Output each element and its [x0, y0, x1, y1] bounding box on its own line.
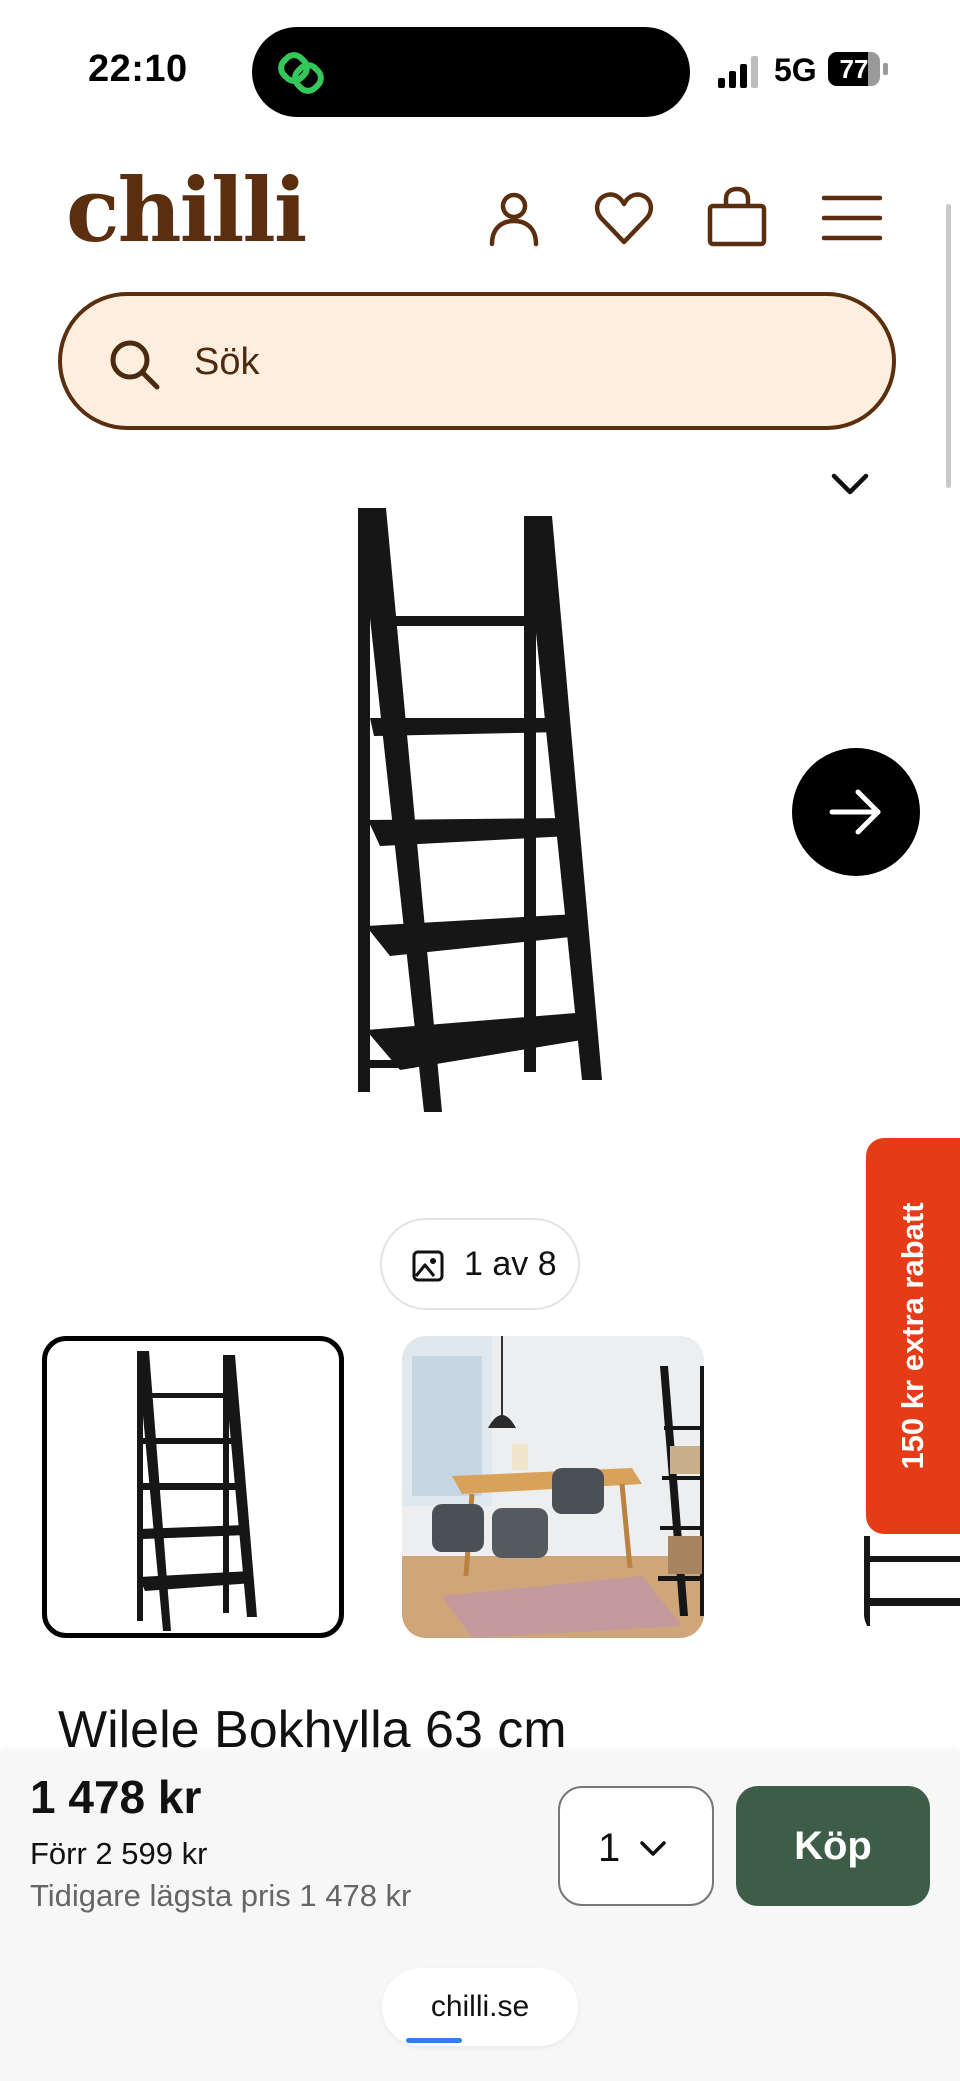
- thumbnail-2[interactable]: [402, 1336, 704, 1638]
- scrollbar[interactable]: [946, 204, 951, 488]
- battery-level: 77: [839, 54, 869, 84]
- bag-icon[interactable]: [705, 186, 769, 250]
- search-bar[interactable]: [58, 292, 896, 430]
- chevron-down-icon: [640, 1841, 666, 1856]
- heart-icon[interactable]: [592, 186, 656, 250]
- status-time: 22:10: [88, 48, 188, 90]
- quantity-select[interactable]: 1: [558, 1786, 714, 1906]
- search-input[interactable]: [192, 296, 836, 428]
- buy-bar: 1 478 kr Förr 2 599 kr Tidigare lägsta p…: [0, 1752, 960, 2081]
- next-image-button[interactable]: [792, 748, 920, 876]
- previous-price: Förr 2 599 kr: [30, 1836, 208, 1871]
- extra-discount-label: 150 kr extra rabatt: [895, 1202, 930, 1470]
- dynamic-island: [252, 27, 690, 117]
- chevron-down-icon[interactable]: [830, 468, 870, 500]
- product-title: Wilele Bokhylla 63 cm: [58, 1701, 567, 1759]
- brand-logo[interactable]: chilli: [66, 166, 307, 254]
- product-main-image[interactable]: [340, 500, 620, 1120]
- buy-button[interactable]: Köp: [736, 1786, 930, 1906]
- browser-url: chilli.se: [430, 1990, 530, 2023]
- menu-icon[interactable]: [820, 186, 884, 250]
- link-app-icon: [272, 42, 332, 102]
- status-bar: 22:10 5G 77: [0, 0, 960, 140]
- thumbnail-1[interactable]: [42, 1336, 344, 1638]
- cellular-signal-icon: [718, 56, 764, 88]
- browser-url-pill[interactable]: chilli.se: [382, 1968, 578, 2046]
- battery-icon: 77: [828, 52, 888, 88]
- extra-discount-tab[interactable]: 150 kr extra rabatt: [866, 1138, 960, 1534]
- account-icon[interactable]: [482, 186, 546, 250]
- search-icon[interactable]: [108, 338, 160, 390]
- image-counter[interactable]: 1 av 8: [380, 1218, 580, 1310]
- lowest-previous-price: Tidigare lägsta pris 1 478 kr: [30, 1878, 412, 1913]
- arrow-right-icon: [829, 789, 881, 835]
- image-counter-label: 1 av 8: [464, 1245, 557, 1283]
- page-load-progress: [406, 2038, 462, 2043]
- image-icon: [412, 1250, 444, 1282]
- network-type: 5G: [774, 52, 817, 88]
- quantity-value: 1: [598, 1826, 621, 1870]
- current-price: 1 478 kr: [30, 1771, 202, 1823]
